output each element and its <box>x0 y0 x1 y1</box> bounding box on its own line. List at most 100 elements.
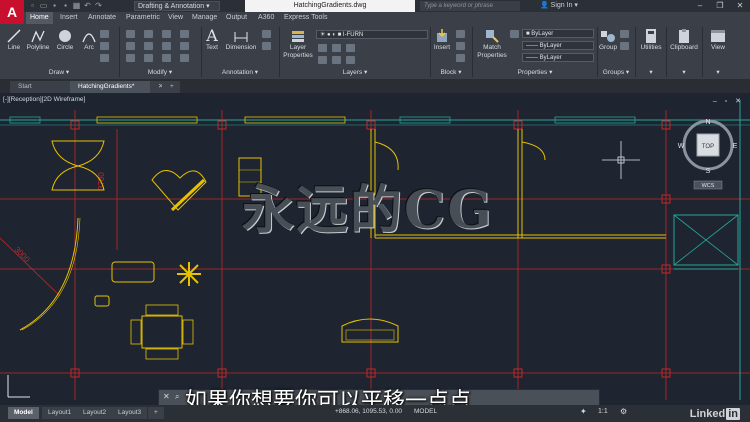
attribute-icon[interactable] <box>456 54 465 62</box>
tab-parametric[interactable]: Parametric <box>122 12 164 24</box>
add-layout-icon[interactable]: + <box>148 407 164 419</box>
scale-icon[interactable] <box>144 54 153 62</box>
clipboard-label: Clipboard <box>670 44 698 51</box>
tab-insert[interactable]: Insert <box>56 12 82 24</box>
layers-panel-label[interactable]: Layers ▾ <box>280 68 430 78</box>
group-button[interactable]: Group <box>599 28 617 51</box>
view-panel-arrow[interactable]: ▾ <box>706 68 730 78</box>
mirror-icon[interactable] <box>144 42 153 50</box>
table-icon[interactable] <box>262 42 271 50</box>
insert-button[interactable]: Insert <box>432 28 452 51</box>
stretch-icon[interactable] <box>126 54 135 62</box>
viewport-controls-label[interactable]: [-][Reception][2D Wireframe] <box>3 96 85 103</box>
clipboard-panel-arrow[interactable]: ▾ <box>668 68 700 78</box>
groups-panel-label[interactable]: Groups ▾ <box>598 68 634 78</box>
array-icon[interactable] <box>162 54 171 62</box>
arc-button[interactable]: Arc <box>80 28 98 51</box>
tab-a360[interactable]: A360 <box>254 12 278 24</box>
tab-model[interactable]: Model <box>8 407 39 419</box>
tab-layout1[interactable]: Layout1 <box>42 407 78 419</box>
layer-tool-icon[interactable] <box>346 44 355 52</box>
new-tab-icon[interactable]: + <box>162 81 180 93</box>
offset-icon[interactable] <box>180 54 189 62</box>
tab-hatching-gradients[interactable]: HatchingGradients* <box>70 81 160 93</box>
minimize-icon[interactable]: – <box>690 0 710 12</box>
create-block-icon[interactable] <box>456 30 465 38</box>
dimension-button[interactable]: Dimension <box>224 28 258 51</box>
ellipse-icon[interactable] <box>100 54 109 62</box>
drawing-canvas[interactable]: 3780 3000 TOP N S W E WCS <box>0 93 750 403</box>
coordinate-readout[interactable]: +868.06, 1095.53, 0.00 <box>335 408 402 415</box>
fillet-icon[interactable] <box>162 42 171 50</box>
circle-button[interactable]: Circle <box>54 28 76 51</box>
leader-icon[interactable] <box>262 30 271 38</box>
tab-layout2[interactable]: Layout2 <box>77 407 113 419</box>
layer-properties-button[interactable]: Layer Properties <box>283 28 313 60</box>
edit-block-icon[interactable] <box>456 42 465 50</box>
erase-icon[interactable] <box>180 30 189 38</box>
layer-tool-icon[interactable] <box>332 44 341 52</box>
view-button[interactable]: View <box>706 28 730 51</box>
layer-tool-icon[interactable] <box>332 56 341 64</box>
tab-manage[interactable]: Manage <box>188 12 221 24</box>
command-close-icon[interactable]: ✕ <box>163 392 170 401</box>
rotate-icon[interactable] <box>144 30 153 38</box>
save-icon[interactable]: ▪ <box>50 1 59 10</box>
tab-express-tools[interactable]: Express Tools <box>280 12 331 24</box>
hatch-icon[interactable] <box>100 42 109 50</box>
utilities-panel-arrow[interactable]: ▾ <box>637 68 665 78</box>
undo-icon[interactable]: ↶ <box>83 1 92 10</box>
command-search-icon[interactable]: ⌕ <box>175 392 179 402</box>
color-dropdown[interactable]: ■ ByLayer <box>522 29 594 38</box>
sign-in-button[interactable]: 👤 Sign In ▾ <box>540 1 578 11</box>
print-icon[interactable]: ▦ <box>72 1 81 10</box>
tab-view[interactable]: View <box>164 12 187 24</box>
line-button[interactable]: Line <box>4 28 24 51</box>
close-icon[interactable]: ✕ <box>730 0 750 12</box>
open-icon[interactable]: ▭ <box>39 1 48 10</box>
annotation-panel-label[interactable]: Annotation ▾ <box>202 68 278 78</box>
polyline-button[interactable]: Polyline <box>26 28 50 51</box>
restore-icon[interactable]: ❐ <box>710 0 730 12</box>
workspace-dropdown[interactable]: Drafting & Annotation ▾ <box>134 1 220 11</box>
draw-panel-label[interactable]: Draw ▾ <box>0 68 118 78</box>
match-properties-button[interactable]: Match Properties <box>476 28 508 60</box>
layer-tool-icon[interactable] <box>346 56 355 64</box>
gear-icon[interactable]: ⚙ <box>620 407 630 417</box>
search-input[interactable]: Type a keyword or phrase <box>420 1 520 11</box>
text-button[interactable]: A Text <box>204 28 220 52</box>
tab-annotate[interactable]: Annotate <box>84 12 120 24</box>
annotation-visibility-icon[interactable]: ✦ <box>580 407 590 417</box>
copy-icon[interactable] <box>126 42 135 50</box>
layer-tool-icon[interactable] <box>318 44 327 52</box>
viewcube[interactable]: TOP N S W E WCS <box>678 119 738 190</box>
properties-panel-label[interactable]: Properties ▾ <box>473 68 597 78</box>
group-edit-icon[interactable] <box>620 42 629 50</box>
new-icon[interactable]: ▫ <box>28 1 37 10</box>
floor-plan-drawing[interactable]: 3780 3000 TOP N S W E WCS <box>0 93 750 403</box>
tab-start[interactable]: Start <box>10 81 76 93</box>
ungroup-icon[interactable] <box>620 30 629 38</box>
annotation-scale[interactable]: 1:1 <box>598 408 608 415</box>
model-space-toggle[interactable]: MODEL <box>414 408 437 415</box>
clipboard-button[interactable]: Clipboard <box>668 28 700 51</box>
tab-layout3[interactable]: Layout3 <box>112 407 148 419</box>
utilities-button[interactable]: Utilities <box>637 28 665 51</box>
tab-output[interactable]: Output <box>222 12 251 24</box>
autocad-window: A ▫ ▭ ▪ ▪ ▦ ↶ ↷ Drafting & Annotation ▾ … <box>0 0 750 422</box>
layer-dropdown[interactable]: ☀ ● ◐ ■ I-FURN <box>316 30 428 39</box>
lineweight-dropdown[interactable]: —— ByLayer <box>522 53 594 62</box>
modify-panel-label[interactable]: Modify ▾ <box>120 68 200 78</box>
save-as-icon[interactable]: ▪ <box>61 1 70 10</box>
linetype-dropdown[interactable]: —— ByLayer <box>522 41 594 50</box>
explode-icon[interactable] <box>180 42 189 50</box>
trim-icon[interactable] <box>162 30 171 38</box>
app-menu-button[interactable]: A <box>0 0 24 24</box>
redo-icon[interactable]: ↷ <box>94 1 103 10</box>
block-panel-label[interactable]: Block ▾ <box>431 68 471 78</box>
layer-tool-icon[interactable] <box>318 56 327 64</box>
tab-home[interactable]: Home <box>26 12 53 24</box>
move-icon[interactable] <box>126 30 135 38</box>
viewport-window-controls[interactable]: – ▫ ✕ <box>713 97 744 105</box>
rectangle-icon[interactable] <box>100 30 109 38</box>
